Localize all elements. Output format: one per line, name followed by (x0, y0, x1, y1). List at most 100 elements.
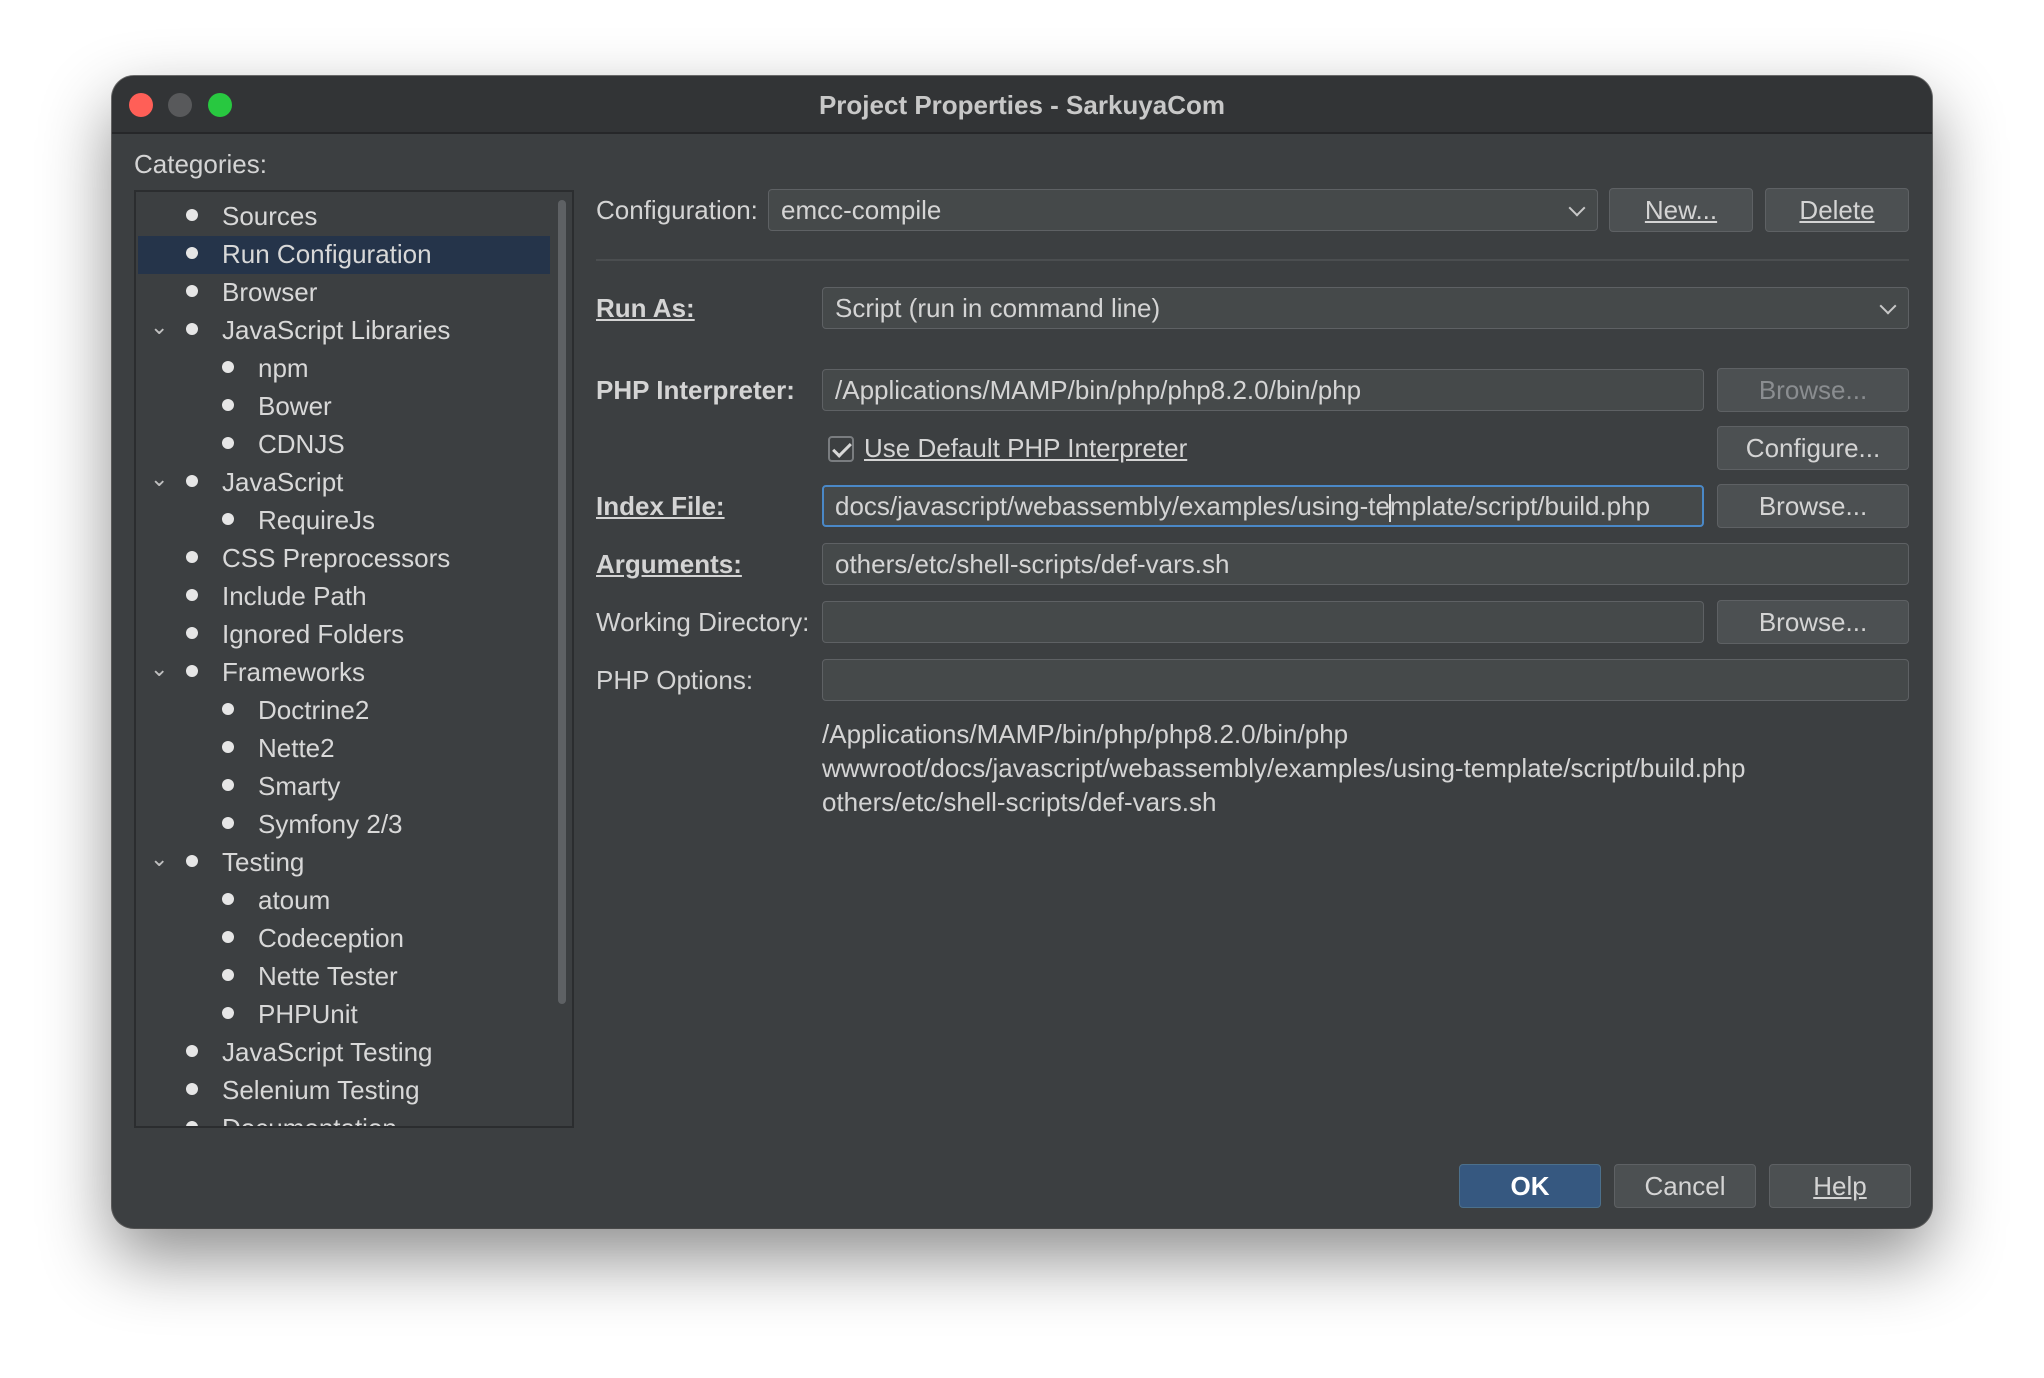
window-title: Project Properties - SarkuyaCom (818, 90, 1226, 120)
category-item-phpunit[interactable]: PHPUnit (138, 996, 550, 1034)
category-item-javascript-libraries[interactable]: ⌄ JavaScript Libraries (138, 312, 550, 350)
run-as-select[interactable]: Script (run in command line) (822, 287, 1909, 329)
category-item-include-path[interactable]: Include Path (138, 578, 550, 616)
category-label: Documentation (222, 1113, 397, 1128)
category-label: npm (258, 353, 309, 383)
category-item-browser[interactable]: Browser (138, 274, 550, 312)
index-file-input[interactable]: docs/javascript/webassembly/examples/usi… (822, 485, 1704, 527)
checkmark-icon (832, 438, 852, 458)
category-item-doctrine2[interactable]: Doctrine2 (138, 692, 550, 730)
php-interpreter-label: PHP Interpreter: (596, 375, 795, 405)
category-label: JavaScript Testing (222, 1037, 433, 1067)
bullet-icon (186, 1083, 198, 1095)
bullet-icon (186, 589, 198, 601)
category-item-npm[interactable]: npm (138, 350, 550, 388)
category-item-nette2[interactable]: Nette2 (138, 730, 550, 768)
categories-tree: Sources Run Configuration Browser ⌄ JavaScri… (134, 190, 574, 1128)
category-label: RequireJs (258, 505, 376, 535)
working-directory-input[interactable] (822, 601, 1704, 643)
categories-scrollbar[interactable] (558, 200, 566, 1004)
index-file-browse-button[interactable]: Browse... (1717, 484, 1909, 528)
bullet-icon (186, 209, 198, 221)
category-item-requirejs[interactable]: RequireJs (138, 502, 550, 540)
bullet-icon (222, 893, 234, 905)
help-button[interactable]: Help (1769, 1164, 1911, 1208)
configuration-select[interactable]: emcc-compile (768, 189, 1598, 231)
category-label: Frameworks (222, 657, 366, 687)
index-file-label: Index File: (596, 491, 725, 521)
category-label: Nette Tester (258, 961, 398, 991)
category-item-atoum[interactable]: atoum (138, 882, 550, 920)
category-item-nette-tester[interactable]: Nette Tester (138, 958, 550, 996)
bullet-icon (222, 969, 234, 981)
bullet-icon (186, 247, 198, 259)
category-label: CSS Preprocessors (222, 543, 451, 573)
category-item-smarty[interactable]: Smarty (138, 768, 550, 806)
category-item-frameworks[interactable]: ⌄ Frameworks (138, 654, 550, 692)
bullet-icon (222, 361, 234, 373)
php-interpreter-input[interactable]: /Applications/MAMP/bin/php/php8.2.0/bin/… (822, 369, 1704, 411)
php-interpreter-browse-button[interactable]: Browse... (1717, 368, 1909, 412)
categories-label: Categories: (134, 149, 267, 179)
new-configuration-button[interactable]: New... (1609, 188, 1753, 232)
bullet-icon (186, 627, 198, 639)
working-directory-label: Working Directory: (596, 607, 810, 637)
category-item-documentation[interactable]: Documentation (138, 1110, 550, 1128)
configuration-value: emcc-compile (781, 195, 942, 225)
php-options-label: PHP Options: (596, 665, 754, 695)
category-label: PHPUnit (258, 999, 358, 1029)
chevron-down-icon[interactable]: ⌄ (150, 466, 168, 492)
working-directory-browse-button[interactable]: Browse... (1717, 600, 1909, 644)
run-as-label: Run As: (596, 293, 695, 323)
bullet-icon (186, 665, 198, 677)
category-label: Testing (222, 847, 305, 877)
category-item-codeception[interactable]: Codeception (138, 920, 550, 958)
category-item-run-configuration[interactable]: Run Configuration (138, 236, 550, 274)
category-label: Doctrine2 (258, 695, 370, 725)
bullet-icon (186, 1121, 198, 1126)
category-item-selenium-testing[interactable]: Selenium Testing (138, 1072, 550, 1110)
index-file-value-end: mplate/script/build.php (1389, 491, 1651, 521)
bullet-icon (222, 703, 234, 715)
configuration-label: Configuration: (596, 195, 758, 225)
category-item-symfony-2-3[interactable]: Symfony 2/3 (138, 806, 550, 844)
ok-button[interactable]: OK (1459, 1164, 1601, 1208)
category-item-ignored-folders[interactable]: Ignored Folders (138, 616, 550, 654)
chevron-down-icon[interactable]: ⌄ (150, 314, 168, 340)
chevron-down-icon[interactable]: ⌄ (150, 656, 168, 682)
command-preview-line-3: others/etc/shell-scripts/def-vars.sh (822, 787, 1217, 817)
category-label: Nette2 (258, 733, 335, 763)
new-configuration-label: New... (1644, 195, 1718, 225)
delete-configuration-label: Delete (1799, 195, 1875, 225)
category-item-javascript-testing[interactable]: JavaScript Testing (138, 1034, 550, 1072)
category-item-javascript[interactable]: ⌄ JavaScript (138, 464, 550, 502)
category-item-cdnjs[interactable]: CDNJS (138, 426, 550, 464)
category-item-testing[interactable]: ⌄ Testing (138, 844, 550, 882)
category-label: Include Path (222, 581, 367, 611)
bullet-icon (222, 437, 234, 449)
arguments-input[interactable]: others/etc/shell-scripts/def-vars.sh (822, 543, 1909, 585)
delete-configuration-button[interactable]: Delete (1765, 188, 1909, 232)
bullet-icon (222, 931, 234, 943)
bullet-icon (222, 741, 234, 753)
category-label: JavaScript (222, 467, 344, 497)
category-label: Bower (258, 391, 332, 421)
bullet-icon (222, 817, 234, 829)
use-default-label: Use Default PHP Interpreter (864, 433, 1188, 463)
use-default-checkbox[interactable] (828, 436, 854, 462)
category-label: Codeception (258, 923, 404, 953)
category-item-css-preprocessors[interactable]: CSS Preprocessors (138, 540, 550, 578)
bullet-icon (186, 855, 198, 867)
bullet-icon (222, 399, 234, 411)
category-item-bower[interactable]: Bower (138, 388, 550, 426)
run-as-value: Script (run in command line) (835, 293, 1161, 323)
chevron-down-icon (1557, 190, 1597, 230)
cancel-button[interactable]: Cancel (1614, 1164, 1756, 1208)
chevron-down-icon[interactable]: ⌄ (150, 846, 168, 872)
category-item-sources[interactable]: Sources (138, 198, 550, 236)
category-label: Symfony 2/3 (258, 809, 403, 839)
configure-button[interactable]: Configure... (1717, 426, 1909, 470)
php-options-input[interactable] (822, 659, 1909, 701)
title-bar: Project Properties - SarkuyaCom (112, 76, 1932, 134)
category-label: JavaScript Libraries (222, 315, 451, 345)
